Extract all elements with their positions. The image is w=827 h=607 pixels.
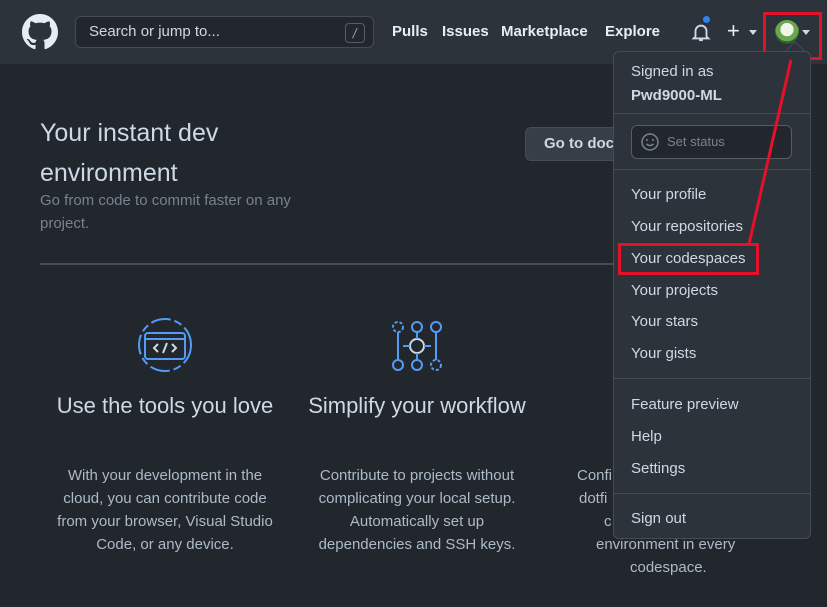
search-placeholder: Search or jump to... <box>89 23 220 40</box>
notification-dot <box>701 14 712 25</box>
signed-in-username: Pwd9000-ML <box>631 87 722 104</box>
menu-item-feature-preview[interactable]: Feature preview <box>631 396 739 413</box>
menu-item-your-gists[interactable]: Your gists <box>631 345 696 362</box>
set-status-label: Set status <box>667 134 725 149</box>
menu-item-your-repositories[interactable]: Your repositories <box>631 218 743 235</box>
menu-item-help[interactable]: Help <box>631 428 662 445</box>
feature-desc-line-5: codespace. <box>630 559 707 576</box>
menu-item-sign-out[interactable]: Sign out <box>631 510 686 527</box>
create-new-plus-icon[interactable]: + <box>727 18 740 44</box>
section-divider <box>40 263 640 265</box>
feature-title-workflow: Simplify your workflow <box>308 393 526 418</box>
menu-divider <box>614 378 810 379</box>
feature-desc-tools: With your development in the cloud, you … <box>57 467 273 553</box>
search-input[interactable]: Search or jump to... / <box>75 16 374 48</box>
nav-pulls[interactable]: Pulls <box>392 23 428 40</box>
menu-divider <box>614 113 810 114</box>
nav-issues[interactable]: Issues <box>442 23 489 40</box>
code-window-icon <box>138 318 192 372</box>
create-chevron-down-icon[interactable] <box>749 30 757 35</box>
workflow-icon <box>392 321 442 371</box>
go-to-docs-button[interactable]: Go to docs <box>525 127 625 161</box>
feature-title-tools: Use the tools you love <box>56 393 274 418</box>
menu-item-your-projects[interactable]: Your projects <box>631 282 718 299</box>
page-subtitle: Go from code to commit faster on any pro… <box>40 192 291 232</box>
feature-desc-workflow: Contribute to projects without complicat… <box>318 467 516 553</box>
github-logo-icon[interactable] <box>22 14 58 50</box>
codespaces-highlight-box <box>618 243 759 275</box>
menu-item-your-stars[interactable]: Your stars <box>631 313 698 330</box>
smiley-icon <box>641 133 659 151</box>
menu-divider <box>614 493 810 494</box>
nav-explore[interactable]: Explore <box>605 23 660 40</box>
menu-item-settings[interactable]: Settings <box>631 460 685 477</box>
search-shortcut-hint: / <box>345 23 365 43</box>
menu-item-your-profile[interactable]: Your profile <box>631 186 706 203</box>
nav-marketplace[interactable]: Marketplace <box>501 23 588 40</box>
menu-divider <box>614 169 810 170</box>
page-title: Your instant dev environment <box>40 119 219 187</box>
signed-in-label: Signed in as <box>631 63 714 80</box>
feature-desc-line-1: Confi <box>577 467 613 484</box>
